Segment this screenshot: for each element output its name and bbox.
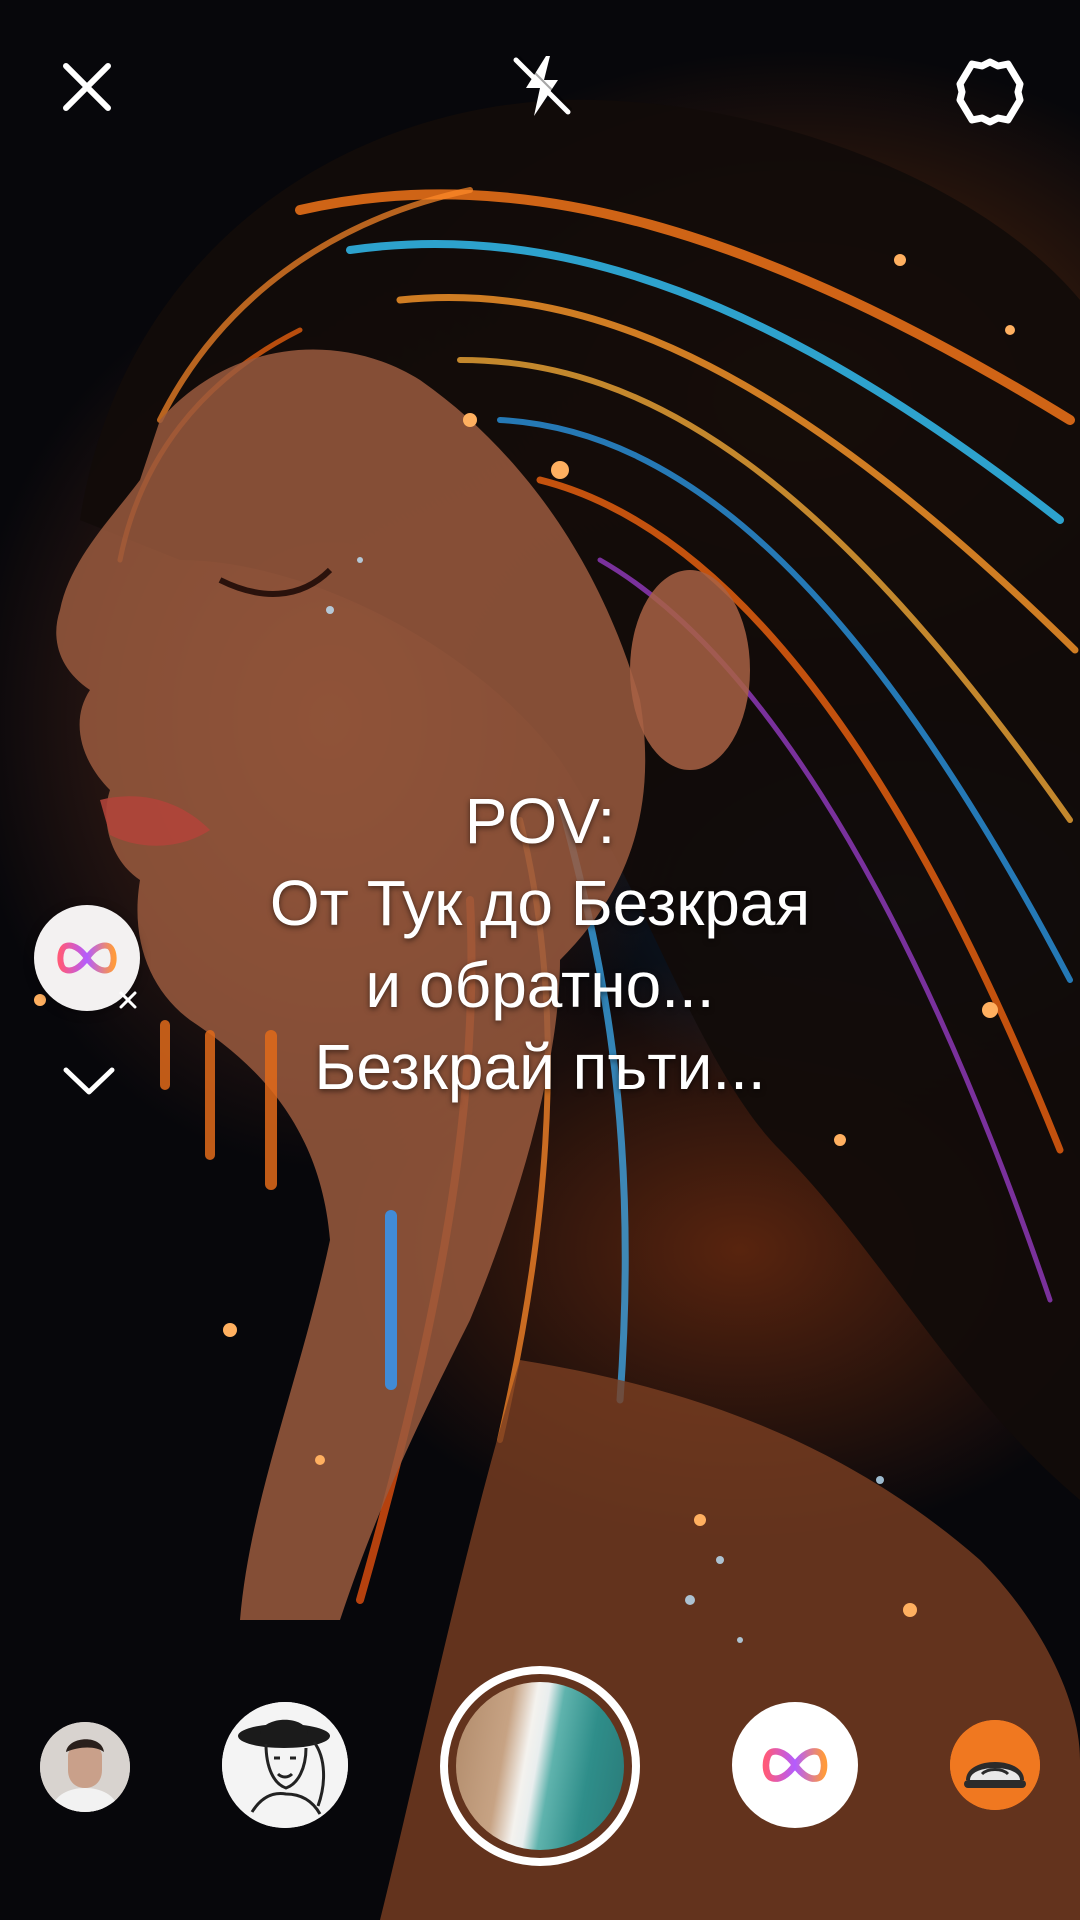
close-button[interactable] [52,52,122,122]
caption-line-4: Безкрай пъти... [314,1031,766,1103]
capture-effect-preview [456,1682,624,1850]
effect-orange-character[interactable] [950,1720,1040,1810]
caption-line-1: POV: [464,785,616,857]
effect-infinity[interactable] [732,1702,858,1828]
effect-hat-woman[interactable] [222,1702,348,1828]
effect-avatar-person[interactable] [40,1722,130,1812]
caption-line-2: От Тук до Безкрая [269,867,811,939]
close-small-icon[interactable] [114,986,142,1014]
flash-toggle-button[interactable] [506,50,578,122]
capture-button[interactable] [440,1666,640,1866]
character-face-icon [950,1720,1040,1810]
flash-off-icon [513,56,572,116]
chevron-down-icon[interactable] [58,1060,120,1100]
hat-woman-sketch-icon [222,1702,348,1828]
close-icon [63,63,111,111]
settings-button[interactable] [952,54,1028,130]
person-avatar-icon [40,1722,130,1812]
infinity-icon [762,1748,828,1782]
camera-screen: POV: От Тук до Безкрая и обратно... Безк… [0,0,1080,1920]
caption-text: POV: От Тук до Безкрая и обратно... Безк… [140,780,940,1108]
infinity-icon [57,942,117,974]
settings-icon [956,58,1024,126]
caption-line-3: и обратно... [365,949,715,1021]
